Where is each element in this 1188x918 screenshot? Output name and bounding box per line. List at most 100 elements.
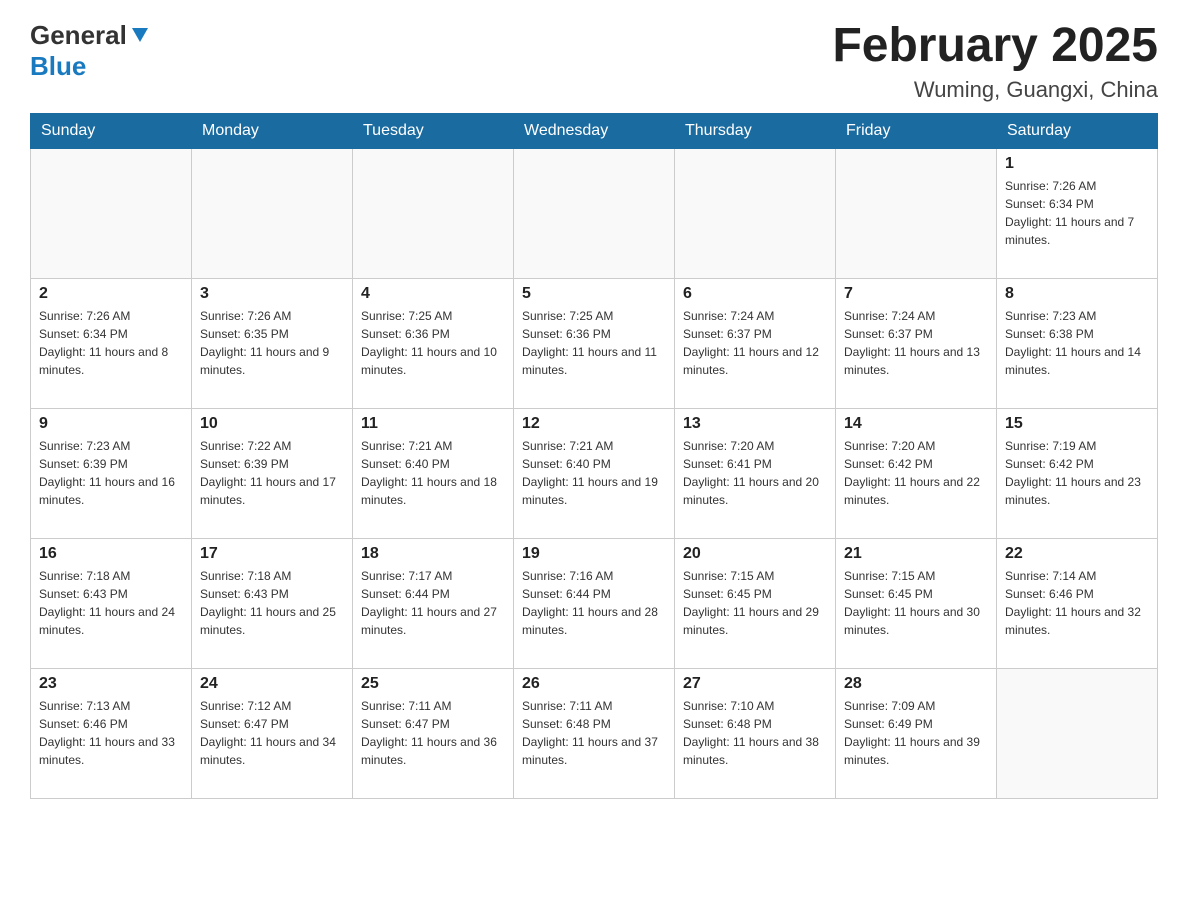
calendar-table: SundayMondayTuesdayWednesdayThursdayFrid… — [30, 113, 1158, 799]
day-info: Sunrise: 7:23 AMSunset: 6:38 PMDaylight:… — [1005, 307, 1149, 379]
day-info: Sunrise: 7:17 AMSunset: 6:44 PMDaylight:… — [361, 567, 505, 639]
day-info: Sunrise: 7:18 AMSunset: 6:43 PMDaylight:… — [39, 567, 183, 639]
day-number: 6 — [683, 285, 827, 303]
day-number: 21 — [844, 545, 988, 563]
calendar-cell — [514, 148, 675, 278]
day-info: Sunrise: 7:16 AMSunset: 6:44 PMDaylight:… — [522, 567, 666, 639]
calendar-cell: 3Sunrise: 7:26 AMSunset: 6:35 PMDaylight… — [192, 278, 353, 408]
month-title: February 2025 — [832, 20, 1158, 73]
day-number: 5 — [522, 285, 666, 303]
day-info: Sunrise: 7:23 AMSunset: 6:39 PMDaylight:… — [39, 437, 183, 509]
calendar-cell — [836, 148, 997, 278]
day-number: 25 — [361, 675, 505, 693]
calendar-cell: 16 Sunrise: 7:18 AMSunset: 6:43 PMDayligh… — [31, 538, 192, 668]
day-info: Sunrise: 7:20 AMSunset: 6:42 PMDaylight:… — [844, 437, 988, 509]
day-header-sunday: Sunday — [31, 113, 192, 148]
calendar-cell — [353, 148, 514, 278]
location-title: Wuming, Guangxi, China — [832, 77, 1158, 103]
calendar-cell: 2 Sunrise: 7:26 AMSunset: 6:34 PMDaylight… — [31, 278, 192, 408]
calendar-cell: 6 Sunrise: 7:24 AMSunset: 6:37 PMDaylight… — [675, 278, 836, 408]
day-header-tuesday: Tuesday — [353, 113, 514, 148]
day-info: Sunrise: 7:11 AMSunset: 6:48 PMDaylight:… — [522, 697, 666, 769]
calendar-week-row: 2 Sunrise: 7:26 AMSunset: 6:34 PMDaylight… — [31, 278, 1158, 408]
day-info: Sunrise: 7:19 AMSunset: 6:42 PMDaylight:… — [1005, 437, 1149, 509]
calendar-cell: 4 Sunrise: 7:25 AMSunset: 6:36 PMDaylight… — [353, 278, 514, 408]
day-info: Sunrise: 7:21 AMSunset: 6:40 PMDaylight:… — [522, 437, 666, 509]
day-info: Sunrise: 7:26 AMSunset: 6:34 PMDaylight:… — [39, 307, 183, 379]
day-info: Sunrise: 7:13 AMSunset: 6:46 PMDaylight:… — [39, 697, 183, 769]
day-header-monday: Monday — [192, 113, 353, 148]
title-area: February 2025 Wuming, Guangxi, China — [832, 20, 1158, 103]
day-number: 22 — [1005, 545, 1149, 563]
calendar-cell: 8 Sunrise: 7:23 AMSunset: 6:38 PMDaylight… — [997, 278, 1158, 408]
calendar-cell: 20Sunrise: 7:15 AMSunset: 6:45 PMDayligh… — [675, 538, 836, 668]
day-number: 15 — [1005, 415, 1149, 433]
day-number: 2 — [39, 285, 183, 303]
day-info: Sunrise: 7:18 AMSunset: 6:43 PMDaylight:… — [200, 567, 344, 639]
calendar-week-row: 16 Sunrise: 7:18 AMSunset: 6:43 PMDayligh… — [31, 538, 1158, 668]
calendar-cell: 9 Sunrise: 7:23 AMSunset: 6:39 PMDaylight… — [31, 408, 192, 538]
calendar-cell: 10 Sunrise: 7:22 AMSunset: 6:39 PMDayligh… — [192, 408, 353, 538]
logo-blue-text: Blue — [30, 51, 148, 82]
logo-area: General Blue — [30, 20, 148, 82]
day-info: Sunrise: 7:14 AMSunset: 6:46 PMDaylight:… — [1005, 567, 1149, 639]
calendar-cell — [31, 148, 192, 278]
day-info: Sunrise: 7:24 AMSunset: 6:37 PMDaylight:… — [683, 307, 827, 379]
calendar-cell: 5 Sunrise: 7:25 AMSunset: 6:36 PMDaylight… — [514, 278, 675, 408]
day-header-friday: Friday — [836, 113, 997, 148]
calendar-cell: 22 Sunrise: 7:14 AMSunset: 6:46 PMDayligh… — [997, 538, 1158, 668]
day-info: Sunrise: 7:10 AMSunset: 6:48 PMDaylight:… — [683, 697, 827, 769]
calendar-week-row: 9 Sunrise: 7:23 AMSunset: 6:39 PMDaylight… — [31, 408, 1158, 538]
calendar-cell: 18 Sunrise: 7:17 AMSunset: 6:44 PMDayligh… — [353, 538, 514, 668]
calendar-cell: 26 Sunrise: 7:11 AMSunset: 6:48 PMDayligh… — [514, 668, 675, 798]
day-info: Sunrise: 7:15 AMSunset: 6:45 PMDaylight:… — [844, 567, 988, 639]
day-number: 18 — [361, 545, 505, 563]
day-info: Sunrise: 7:20 AMSunset: 6:41 PMDaylight:… — [683, 437, 827, 509]
day-info: Sunrise: 7:25 AMSunset: 6:36 PMDaylight:… — [361, 307, 505, 379]
calendar-cell: 15 Sunrise: 7:19 AMSunset: 6:42 PMDayligh… — [997, 408, 1158, 538]
day-number: 14 — [844, 415, 988, 433]
calendar-cell: 1Sunrise: 7:26 AMSunset: 6:34 PMDaylight… — [997, 148, 1158, 278]
day-info: Sunrise: 7:12 AMSunset: 6:47 PMDaylight:… — [200, 697, 344, 769]
day-number: 26 — [522, 675, 666, 693]
day-info: Sunrise: 7:25 AMSunset: 6:36 PMDaylight:… — [522, 307, 666, 379]
calendar-cell: 19 Sunrise: 7:16 AMSunset: 6:44 PMDayligh… — [514, 538, 675, 668]
calendar-cell: 27Sunrise: 7:10 AMSunset: 6:48 PMDayligh… — [675, 668, 836, 798]
day-header-thursday: Thursday — [675, 113, 836, 148]
day-header-saturday: Saturday — [997, 113, 1158, 148]
logo-general-text: General — [30, 20, 127, 51]
day-number: 12 — [522, 415, 666, 433]
calendar-cell: 17 Sunrise: 7:18 AMSunset: 6:43 PMDayligh… — [192, 538, 353, 668]
day-number: 24 — [200, 675, 344, 693]
day-number: 1 — [1005, 155, 1149, 173]
day-number: 17 — [200, 545, 344, 563]
calendar-cell: 14 Sunrise: 7:20 AMSunset: 6:42 PMDayligh… — [836, 408, 997, 538]
day-number: 20 — [683, 545, 827, 563]
day-number: 11 — [361, 415, 505, 433]
calendar-cell: 13 Sunrise: 7:20 AMSunset: 6:41 PMDayligh… — [675, 408, 836, 538]
logo-arrow-icon — [132, 28, 148, 42]
day-number: 19 — [522, 545, 666, 563]
calendar-week-row: 23Sunrise: 7:13 AMSunset: 6:46 PMDayligh… — [31, 668, 1158, 798]
calendar-week-row: 1Sunrise: 7:26 AMSunset: 6:34 PMDaylight… — [31, 148, 1158, 278]
calendar-cell — [675, 148, 836, 278]
calendar-cell: 11 Sunrise: 7:21 AMSunset: 6:40 PMDayligh… — [353, 408, 514, 538]
day-info: Sunrise: 7:09 AMSunset: 6:49 PMDaylight:… — [844, 697, 988, 769]
day-number: 8 — [1005, 285, 1149, 303]
day-number: 9 — [39, 415, 183, 433]
calendar-cell: 28 Sunrise: 7:09 AMSunset: 6:49 PMDayligh… — [836, 668, 997, 798]
calendar-cell — [192, 148, 353, 278]
day-info: Sunrise: 7:21 AMSunset: 6:40 PMDaylight:… — [361, 437, 505, 509]
calendar-cell: 23Sunrise: 7:13 AMSunset: 6:46 PMDayligh… — [31, 668, 192, 798]
calendar-cell: 21 Sunrise: 7:15 AMSunset: 6:45 PMDayligh… — [836, 538, 997, 668]
day-info: Sunrise: 7:22 AMSunset: 6:39 PMDaylight:… — [200, 437, 344, 509]
day-info: Sunrise: 7:24 AMSunset: 6:37 PMDaylight:… — [844, 307, 988, 379]
calendar-header-row: SundayMondayTuesdayWednesdayThursdayFrid… — [31, 113, 1158, 148]
calendar-cell: 25Sunrise: 7:11 AMSunset: 6:47 PMDayligh… — [353, 668, 514, 798]
day-number: 16 — [39, 545, 183, 563]
day-number: 28 — [844, 675, 988, 693]
day-header-wednesday: Wednesday — [514, 113, 675, 148]
day-number: 10 — [200, 415, 344, 433]
day-number: 4 — [361, 285, 505, 303]
day-number: 13 — [683, 415, 827, 433]
